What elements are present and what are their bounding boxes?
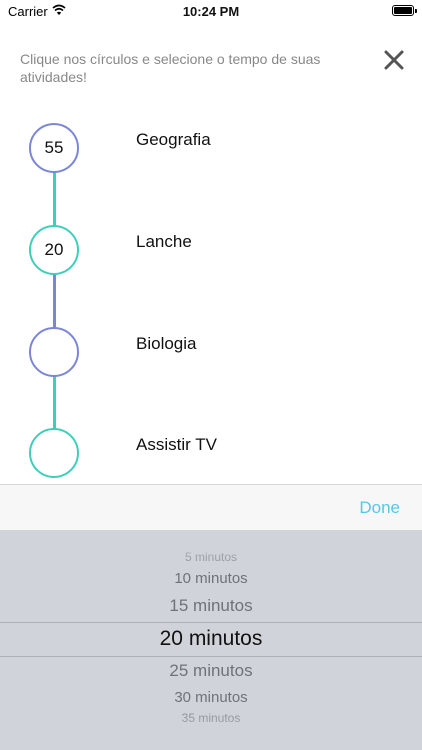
picker-option[interactable]: 35 minutos [0, 711, 422, 725]
activity-label: Assistir TV [136, 435, 217, 454]
instruction-text: Clique nos círculos e selecione o tempo … [20, 51, 321, 85]
activity-label: Geografia [136, 130, 211, 149]
close-icon [384, 50, 404, 70]
picker-toolbar: Done [0, 484, 422, 530]
timeline-connector [53, 172, 56, 226]
status-time: 10:24 PM [182, 4, 240, 19]
close-button[interactable] [380, 46, 408, 74]
picker-option[interactable]: 30 minutos [0, 689, 422, 706]
done-button[interactable]: Done [359, 498, 400, 518]
picker-option-selected[interactable]: 20 minutos [0, 627, 422, 651]
time-circle-biologia[interactable] [29, 327, 79, 377]
minutes-picker[interactable]: 5 minutos 10 minutos 15 minutos 20 minut… [0, 530, 422, 750]
picker-option[interactable]: 10 minutos [0, 570, 422, 587]
battery-icon [392, 5, 417, 16]
picker-option[interactable]: 5 minutos [0, 550, 422, 564]
circle-minutes: 55 [44, 138, 64, 157]
time-circle-assistir-tv[interactable] [29, 428, 79, 478]
activity-timeline: 55 Geografia 20 Lanche Biologia Assistir… [0, 120, 422, 482]
picker-option[interactable]: 15 minutos [0, 596, 422, 616]
timeline-connector [53, 376, 56, 430]
timeline-connector [53, 274, 56, 328]
circle-minutes: 20 [44, 240, 64, 259]
status-bar: Carrier 10:24 PM [0, 0, 422, 24]
activity-label: Lanche [136, 232, 192, 251]
time-circle-geografia[interactable]: 55 [29, 123, 79, 173]
time-circle-lanche[interactable]: 20 [29, 225, 79, 275]
activity-label: Biologia [136, 334, 197, 353]
picker-option[interactable]: 25 minutos [0, 661, 422, 681]
